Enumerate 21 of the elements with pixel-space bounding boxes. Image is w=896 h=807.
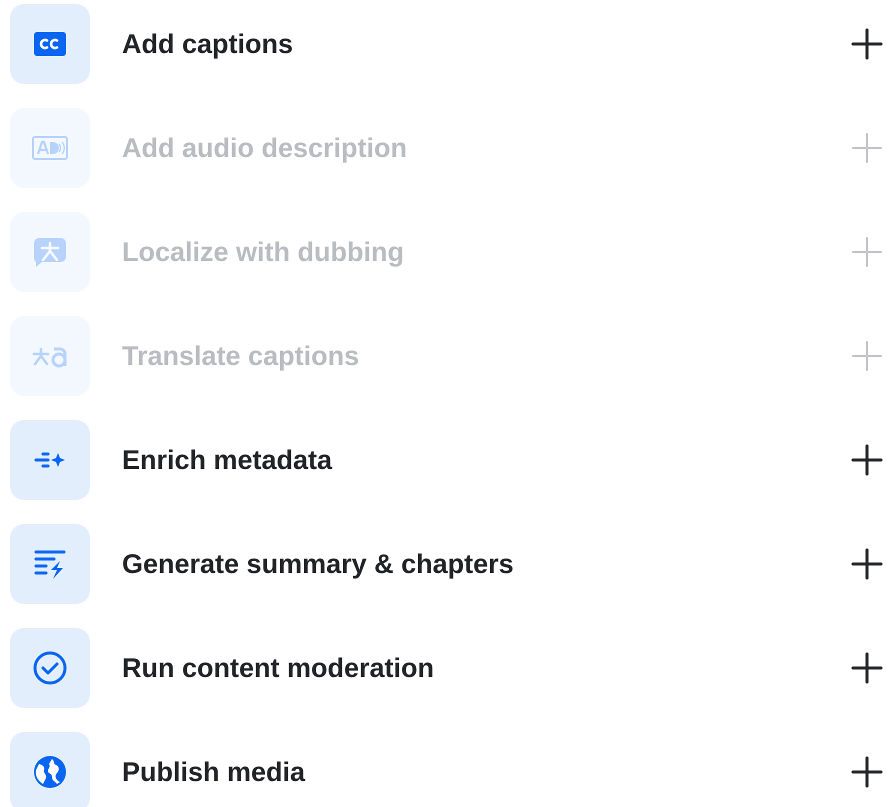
action-label: Run content moderation (122, 652, 435, 684)
add-button[interactable] (851, 756, 883, 788)
action-label: Generate summary & chapters (122, 548, 515, 580)
action-label: Enrich metadata (122, 444, 334, 476)
add-button[interactable] (851, 28, 883, 60)
plus-icon (851, 236, 883, 268)
add-button[interactable] (851, 652, 883, 684)
plus-icon (851, 132, 883, 164)
action-label: Translate captions (122, 340, 360, 372)
plus-icon (851, 444, 883, 476)
plus-icon (851, 756, 883, 788)
action-label: Add captions (122, 28, 294, 60)
add-button[interactable] (851, 444, 883, 476)
action-label: Add audio description (122, 132, 408, 164)
action-label: Localize with dubbing (122, 236, 405, 268)
plus-icon (851, 652, 883, 684)
plus-icon (851, 340, 883, 372)
plus-icon (851, 548, 883, 580)
plus-icon (851, 28, 883, 60)
add-button[interactable] (851, 548, 883, 580)
action-label: Publish media (122, 756, 306, 788)
